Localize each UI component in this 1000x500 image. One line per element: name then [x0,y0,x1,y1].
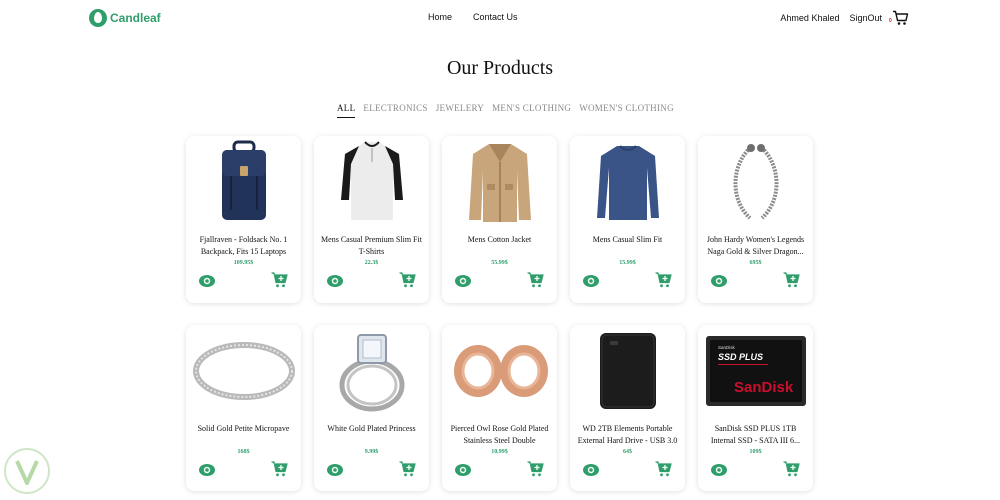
product-price: 109.95$ [233,260,254,266]
product-card[interactable]: Mens Cotton Jacket 55.99$ [442,136,557,303]
product-card[interactable]: White Gold Plated Princess 9.99$ [314,325,429,491]
product-price: 9.99$ [364,449,379,455]
product-price: 64$ [623,449,632,455]
add-to-cart-icon[interactable] [399,461,416,477]
brand-logo[interactable]: Candleaf [89,9,161,27]
view-eye-icon[interactable] [583,463,599,477]
add-to-cart-icon[interactable] [783,272,800,288]
add-to-cart-icon[interactable] [783,461,800,477]
main-nav: Home Contact Us [428,12,518,22]
signout-link[interactable]: SignOut [849,13,882,23]
view-eye-icon[interactable] [711,274,727,288]
product-price: 55.99$ [491,260,508,266]
add-to-cart-icon[interactable] [271,461,288,477]
product-title: Mens Cotton Jacket [467,235,532,244]
ssd-label-brand: SanDisk [734,379,794,396]
product-title: WD 2TB Elements Portable External Hard D… [577,424,678,445]
filter-tab-electronics[interactable]: ELECTRONICS [363,103,427,118]
view-eye-icon[interactable] [711,463,727,477]
watermark-logo-icon [4,448,50,494]
hard-drive-image[interactable] [570,325,685,417]
product-card[interactable]: Solid Gold Petite Micropave 168$ [186,325,301,491]
product-price: 22.3$ [364,260,379,266]
product-card[interactable]: SanDisk SSD PLUS SanDisk SanDisk SSD PLU… [698,325,813,491]
user-name[interactable]: Ahmed Khaled [780,13,839,23]
page-title: Our Products [446,57,554,79]
nav-home-link[interactable]: Home [428,12,452,22]
ssd-image[interactable]: SanDisk SSD PLUS SanDisk [698,325,813,417]
filter-tab-mens-clothing[interactable]: MEN'S CLOTHING [492,103,571,118]
leaf-logo-icon [89,9,107,27]
product-card[interactable]: WD 2TB Elements Portable External Hard D… [570,325,685,491]
view-eye-icon[interactable] [455,274,471,288]
filter-tab-womens-clothing[interactable]: WOMEN'S CLOTHING [579,103,674,118]
product-card[interactable]: Mens Casual Slim Fit 15.99$ [570,136,685,303]
product-card[interactable]: Pierced Owl Rose Gold Plated Stainless S… [442,325,557,491]
cart-count-badge: 0 [889,18,892,24]
filter-tab-all[interactable]: ALL [337,103,356,118]
ssd-label-model: SSD PLUS [718,352,763,362]
product-price: 168$ [237,449,250,455]
view-eye-icon[interactable] [199,274,215,288]
add-to-cart-icon[interactable] [527,461,544,477]
brand-name: Candleaf [110,11,161,25]
ring-image[interactable] [186,325,301,417]
jacket-image[interactable] [442,136,557,228]
sweater-image[interactable] [570,136,685,228]
product-title: Mens Casual Premium Slim Fit T-Shirts [321,235,422,256]
ssd-label-top: SanDisk [718,345,736,350]
add-to-cart-icon[interactable] [655,272,672,288]
product-title: John Hardy Women's Legends Naga Gold & S… [706,235,805,256]
view-eye-icon[interactable] [199,463,215,477]
product-title: SanDisk SSD PLUS 1TB Internal SSD - SATA… [710,424,801,445]
princess-ring-image[interactable] [314,325,429,417]
earring-tunnels-image[interactable] [442,325,557,417]
view-eye-icon[interactable] [327,463,343,477]
product-card[interactable]: John Hardy Women's Legends Naga Gold & S… [698,136,813,303]
view-eye-icon[interactable] [455,463,471,477]
product-title: White Gold Plated Princess [327,424,416,433]
product-price: 10.99$ [491,449,508,455]
backpack-image[interactable] [186,136,301,228]
add-to-cart-icon[interactable] [655,461,672,477]
category-filter-tabs: ALL ELECTRONICS JEWELERY MEN'S CLOTHING … [337,103,674,118]
product-price: 695$ [749,260,762,266]
product-price: 15.99$ [619,260,636,266]
nav-contact-link[interactable]: Contact Us [473,12,518,22]
user-area: Ahmed Khaled SignOut 0 [780,10,909,26]
product-card[interactable]: Mens Casual Premium Slim Fit T-Shirts 22… [314,136,429,303]
navbar: Candleaf Home Contact Us Ahmed Khaled Si… [0,0,1000,36]
add-to-cart-icon[interactable] [271,272,288,288]
filter-tab-jewelery[interactable]: JEWELERY [436,103,484,118]
product-title: Mens Casual Slim Fit [592,235,663,244]
view-eye-icon[interactable] [583,274,599,288]
add-to-cart-icon[interactable] [527,272,544,288]
product-price: 109$ [749,449,762,455]
product-title: Pierced Owl Rose Gold Plated Stainless S… [450,424,549,445]
cart-button[interactable]: 0 [889,10,909,26]
product-card[interactable]: Fjallraven - Foldsack No. 1 Backpack, Fi… [186,136,301,303]
shopping-cart-icon [893,10,909,25]
product-title: Fjallraven - Foldsack No. 1 Backpack, Fi… [199,235,288,256]
add-to-cart-icon[interactable] [399,272,416,288]
view-eye-icon[interactable] [327,274,343,288]
bracelet-image[interactable] [698,136,813,228]
product-title: Solid Gold Petite Micropave [197,424,290,433]
tshirt-image[interactable] [314,136,429,228]
